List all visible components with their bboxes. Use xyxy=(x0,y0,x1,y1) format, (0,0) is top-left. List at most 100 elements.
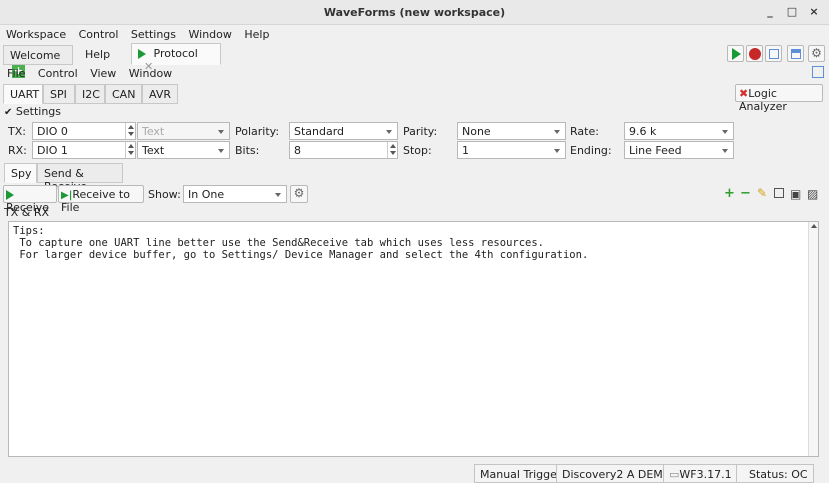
rx-label: RX: xyxy=(8,144,27,157)
output-text-area[interactable]: Tips: To capture one UART line better us… xyxy=(8,221,819,457)
run-button[interactable] xyxy=(727,45,744,62)
tab-spi[interactable]: SPI xyxy=(43,84,75,104)
receive-to-file-button[interactable]: ▶|Receive to File xyxy=(58,185,144,214)
menu-help[interactable]: Help xyxy=(244,28,269,41)
menu-control-sub[interactable]: Control xyxy=(38,67,78,80)
split-icon xyxy=(791,49,801,59)
device-status[interactable]: Discovery2 A DEMO xyxy=(556,464,678,483)
tab-can[interactable]: CAN xyxy=(105,84,142,104)
clear-icon[interactable]: ✎ xyxy=(757,186,767,200)
menu-workspace[interactable]: Workspace xyxy=(6,28,66,41)
stop-select[interactable]: 1 xyxy=(457,141,566,159)
trigger-status[interactable]: Manual Trigger xyxy=(474,464,568,483)
receive-button[interactable]: Receive xyxy=(3,185,57,214)
parity-label: Parity: xyxy=(403,125,438,138)
tab-spy-label: Spy xyxy=(11,167,32,180)
polarity-select[interactable]: Standard xyxy=(289,122,398,140)
tab-help-label: Help xyxy=(85,48,111,61)
polarity-label: Polarity: xyxy=(235,125,280,138)
output-scrollbar[interactable] xyxy=(808,222,818,456)
logic-analyzer-button[interactable]: ✖Logic Analyzer xyxy=(735,84,823,113)
bits-label: Bits: xyxy=(235,144,260,157)
record-icon xyxy=(749,48,761,60)
connection-status[interactable]: Status: OC xyxy=(736,464,814,483)
split-button[interactable] xyxy=(787,45,804,62)
add-icon[interactable]: + xyxy=(724,186,735,201)
protocol-menu-bar: File Control View Window xyxy=(7,67,181,80)
rate-value: 9.6 k xyxy=(629,125,657,138)
ending-value: Line Feed xyxy=(629,144,682,157)
tx-label: TX: xyxy=(8,125,26,138)
window-icon xyxy=(769,49,779,59)
play-icon xyxy=(138,49,146,59)
dock-button[interactable] xyxy=(765,45,782,62)
tx-channel-value: DIO 0 xyxy=(37,125,68,138)
tx-spin-icon[interactable] xyxy=(125,123,135,139)
tab-avr-label: AVR xyxy=(149,88,171,101)
tab-help[interactable]: Help xyxy=(75,45,130,65)
close-button[interactable]: × xyxy=(806,5,822,19)
polarity-value: Standard xyxy=(294,125,345,138)
menu-view[interactable]: View xyxy=(90,67,116,80)
show-select[interactable]: In One xyxy=(183,185,287,203)
trigger-status-label: Manual Trigger xyxy=(480,468,562,481)
settings-toggle[interactable]: ✔ Settings xyxy=(4,105,61,118)
stop-label: Stop: xyxy=(403,144,432,157)
menu-window-sub[interactable]: Window xyxy=(129,67,172,80)
show-options-button[interactable]: ⚙ xyxy=(290,185,308,203)
rx-format-select[interactable]: Text xyxy=(137,141,230,159)
parity-select[interactable]: None xyxy=(457,122,566,140)
panel-icon[interactable] xyxy=(812,66,824,78)
gear-icon: ⚙ xyxy=(293,186,305,200)
tab-welcome-label: Welcome xyxy=(10,49,61,62)
tab-can-label: CAN xyxy=(112,88,136,101)
stop-button[interactable] xyxy=(746,45,763,62)
receive-to-file-label: Receive to File xyxy=(61,188,130,214)
options-button[interactable]: ⚙ xyxy=(808,45,825,62)
tab-spy[interactable]: Spy xyxy=(4,163,37,183)
tab-welcome[interactable]: Welcome + xyxy=(3,45,73,78)
bits-input[interactable]: 8 xyxy=(289,141,398,159)
maximize-button[interactable]: □ xyxy=(784,5,800,19)
device-status-label: Discovery2 A DEMO xyxy=(562,468,672,481)
checkbox-icon: ✔ xyxy=(4,107,13,118)
menu-control[interactable]: Control xyxy=(79,28,119,41)
remove-icon[interactable]: − xyxy=(740,186,751,201)
tab-protocol[interactable]: Protocol ✕ xyxy=(131,43,221,73)
tab-avr[interactable]: AVR xyxy=(142,84,178,104)
tab-spi-label: SPI xyxy=(50,88,67,101)
new-icon[interactable] xyxy=(774,188,784,198)
rx-spin-icon[interactable] xyxy=(125,142,135,158)
scroll-up-icon[interactable] xyxy=(811,224,817,228)
tab-i2c-label: I2C xyxy=(82,88,100,101)
tx-channel-select[interactable]: DIO 0 xyxy=(32,122,136,140)
rx-channel-value: DIO 1 xyxy=(37,144,68,157)
title-bar: WaveForms (new workspace) _ □ × xyxy=(0,0,829,25)
tx-format-value: Text xyxy=(142,125,165,138)
rx-format-value: Text xyxy=(142,144,165,157)
minimize-button[interactable]: _ xyxy=(762,5,778,19)
save-icon[interactable]: ▣ xyxy=(790,187,801,201)
menu-window[interactable]: Window xyxy=(189,28,232,41)
main-menu-bar: Workspace Control Settings Window Help xyxy=(6,28,278,41)
settings-label: Settings xyxy=(15,105,62,118)
menu-file[interactable]: File xyxy=(7,67,25,80)
tab-uart[interactable]: UART xyxy=(3,84,43,104)
ending-label: Ending: xyxy=(570,144,612,157)
record-to-file-icon: ▶| xyxy=(61,190,73,201)
run-icon xyxy=(732,48,741,60)
save-as-icon[interactable]: ▨ xyxy=(807,187,818,201)
bits-spin-icon[interactable] xyxy=(387,142,397,158)
tab-protocol-label: Protocol xyxy=(153,47,198,60)
gear-icon: ⚙ xyxy=(811,46,822,60)
ending-select[interactable]: Line Feed xyxy=(624,141,734,159)
tx-format-select: Text xyxy=(137,122,230,140)
rx-channel-select[interactable]: DIO 1 xyxy=(32,141,136,159)
rate-select[interactable]: 9.6 k xyxy=(624,122,734,140)
play-icon xyxy=(6,190,14,200)
tab-i2c[interactable]: I2C xyxy=(75,84,105,104)
tab-send-receive[interactable]: Send & Receive xyxy=(37,163,123,193)
menu-settings[interactable]: Settings xyxy=(131,28,176,41)
version-status[interactable]: ▭WF3.17.1 xyxy=(663,464,738,483)
tab-uart-label: UART xyxy=(10,88,40,101)
